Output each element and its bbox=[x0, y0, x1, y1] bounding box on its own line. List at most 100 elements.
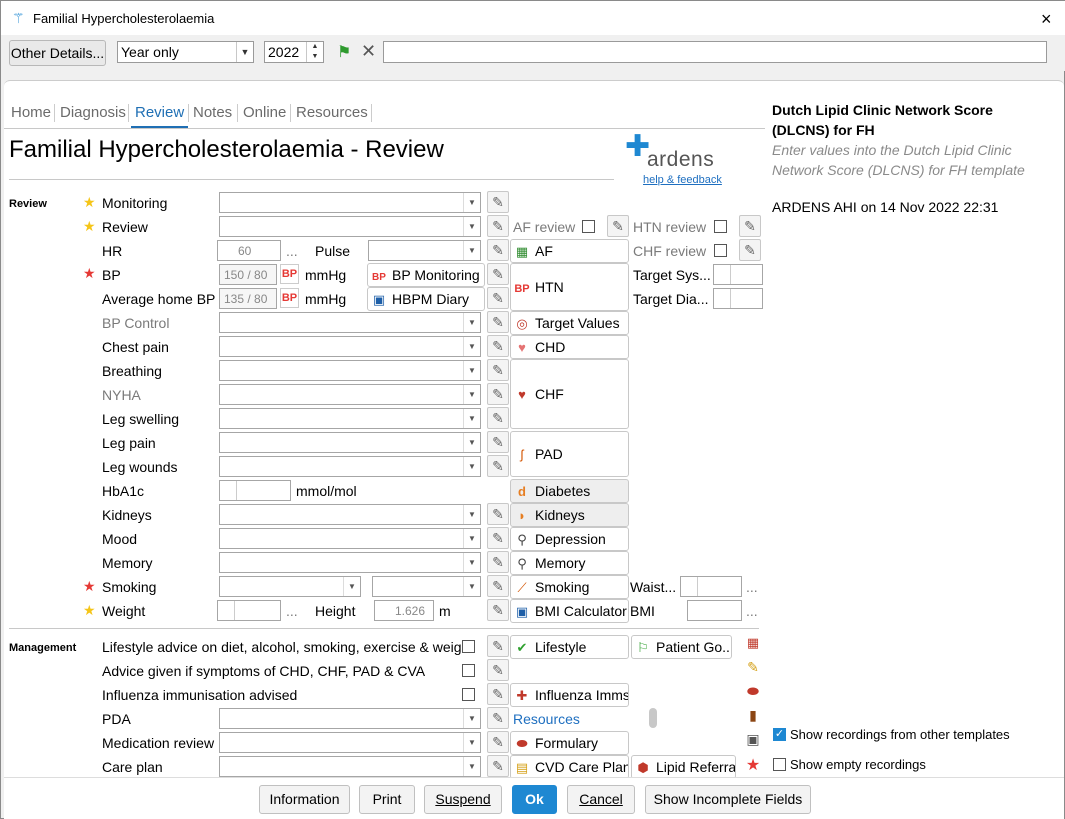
star-icon[interactable]: ★ bbox=[742, 755, 764, 777]
smoking-detail-select[interactable]: ▼ bbox=[372, 576, 481, 597]
diabetes-button[interactable]: d Diabetes bbox=[510, 479, 629, 503]
lifestyle-button[interactable]: ✔ Lifestyle bbox=[510, 635, 629, 659]
bmi-input[interactable] bbox=[687, 600, 742, 621]
depression-button[interactable]: ⚲ Depression bbox=[510, 527, 629, 551]
edit-pencil-icon[interactable]: ✎ bbox=[487, 311, 509, 333]
hba1c-input[interactable] bbox=[219, 480, 291, 501]
show-incomplete-button[interactable]: Show Incomplete Fields bbox=[645, 785, 811, 814]
target-sys-input[interactable] bbox=[713, 264, 763, 285]
target-values-button[interactable]: ◎ Target Values bbox=[510, 311, 629, 335]
edit-pencil-icon[interactable]: ✎ bbox=[487, 503, 509, 525]
edit-pencil-icon[interactable]: ✎ bbox=[487, 383, 509, 405]
htn-button[interactable]: BP HTN bbox=[510, 263, 629, 311]
suspend-button[interactable]: Suspend bbox=[424, 785, 502, 814]
cvd-care-plan-button[interactable]: ▤ CVD Care Plan bbox=[510, 755, 629, 779]
mood-select[interactable]: ▼ bbox=[219, 528, 481, 549]
edit-pencil-icon[interactable]: ✎ bbox=[739, 215, 761, 237]
pad-button[interactable]: ʃ PAD bbox=[510, 431, 629, 477]
tab-diagnosis[interactable]: Diagnosis bbox=[60, 98, 126, 128]
chf-review-checkbox[interactable] bbox=[714, 244, 727, 257]
memory-button[interactable]: ⚲ Memory bbox=[510, 551, 629, 575]
pulse-select[interactable]: ▼ bbox=[368, 240, 481, 261]
stepper-arrows-icon[interactable]: ▲ ▼ bbox=[306, 42, 323, 62]
tab-review[interactable]: Review bbox=[131, 98, 189, 128]
close-icon[interactable]: × bbox=[1041, 9, 1052, 30]
tab-online[interactable]: Online bbox=[243, 98, 286, 128]
edit-pencil-icon[interactable]: ✎ bbox=[487, 287, 509, 309]
scrollbar-thumb[interactable] bbox=[649, 708, 657, 728]
formulary-button[interactable]: ⬬ Formulary bbox=[510, 731, 629, 755]
height-input[interactable]: 1.626 bbox=[374, 600, 434, 621]
edit-pencil-icon[interactable]: ✎ bbox=[487, 191, 509, 213]
edit-pencil-icon[interactable]: ✎ bbox=[487, 527, 509, 549]
target-dia-input[interactable] bbox=[713, 288, 763, 309]
bp-icon[interactable]: BP bbox=[280, 264, 299, 284]
leg-pain-select[interactable]: ▼ bbox=[219, 432, 481, 453]
print-report-icon[interactable]: ▣ bbox=[742, 731, 764, 753]
tab-home[interactable]: Home bbox=[11, 98, 51, 128]
edit-pencil-icon[interactable]: ✎ bbox=[487, 263, 509, 285]
edit-pencil-icon[interactable]: ✎ bbox=[487, 731, 509, 753]
chest-pain-select[interactable]: ▼ bbox=[219, 336, 481, 357]
edit-pencil-icon[interactable]: ✎ bbox=[607, 215, 629, 237]
htn-review-checkbox[interactable] bbox=[714, 220, 727, 233]
kidneys-button[interactable]: ◗ Kidneys bbox=[510, 503, 629, 527]
edit-pencil-icon[interactable]: ✎ bbox=[487, 707, 509, 729]
edit-pencil-icon[interactable]: ✎ bbox=[487, 215, 509, 237]
advice-symptoms-checkbox[interactable] bbox=[462, 664, 475, 677]
print-button[interactable]: Print bbox=[359, 785, 415, 814]
edit-pencil-icon[interactable]: ✎ bbox=[487, 659, 509, 681]
clear-icon[interactable]: ✕ bbox=[361, 41, 376, 62]
chd-button[interactable]: ♥ CHD bbox=[510, 335, 629, 359]
af-button[interactable]: ▦ AF bbox=[510, 239, 629, 263]
edit-pencil-icon[interactable]: ✎ bbox=[487, 239, 509, 261]
monitoring-select[interactable]: ▼ bbox=[219, 192, 481, 213]
show-other-checkbox[interactable]: ✓ bbox=[773, 728, 786, 741]
bp-icon[interactable]: BP bbox=[280, 288, 299, 308]
note-input[interactable] bbox=[383, 41, 1047, 63]
tab-resources[interactable]: Resources bbox=[296, 98, 368, 128]
edit-pencil-icon[interactable]: ✎ bbox=[739, 239, 761, 261]
memory-select[interactable]: ▼ bbox=[219, 552, 481, 573]
edit-pencil-icon[interactable]: ✎ bbox=[487, 407, 509, 429]
edit-pencil-icon[interactable]: ✎ bbox=[487, 431, 509, 453]
bp-monitoring-button[interactable]: BP BP Monitoring bbox=[367, 263, 485, 287]
resources-link[interactable]: Resources bbox=[513, 711, 580, 727]
help-feedback-link[interactable]: help & feedback bbox=[643, 174, 722, 186]
edit-pencil-icon[interactable]: ✎ bbox=[487, 755, 509, 777]
weight-input[interactable] bbox=[217, 600, 281, 621]
edit-pencil-icon[interactable]: ✎ bbox=[487, 635, 509, 657]
medicine-bottle-icon[interactable]: ▮ bbox=[742, 707, 764, 729]
influenza-checkbox[interactable] bbox=[462, 688, 475, 701]
kidneys-select[interactable]: ▼ bbox=[219, 504, 481, 525]
breathing-select[interactable]: ▼ bbox=[219, 360, 481, 381]
edit-pencil-icon[interactable]: ✎ bbox=[487, 335, 509, 357]
avg-bp-input[interactable]: 135 / 80 bbox=[219, 288, 277, 309]
tab-notes[interactable]: Notes bbox=[193, 98, 232, 128]
care-plan-select[interactable]: ▼ bbox=[219, 756, 481, 777]
flag-icon[interactable]: ⚑ bbox=[337, 42, 355, 62]
smoking-select[interactable]: ▼ bbox=[219, 576, 361, 597]
af-review-checkbox[interactable] bbox=[582, 220, 595, 233]
hbpm-diary-button[interactable]: ▣ HBPM Diary bbox=[367, 287, 485, 311]
edit-pencil-icon[interactable]: ✎ bbox=[487, 455, 509, 477]
edit-pencil-icon[interactable]: ✎ bbox=[487, 551, 509, 573]
edit-pencil-icon[interactable]: ✎ bbox=[487, 683, 509, 705]
bp-control-select[interactable]: ▼ bbox=[219, 312, 481, 333]
edit-pencil-icon[interactable]: ✎ bbox=[487, 599, 509, 621]
pill-icon[interactable]: ⬬ bbox=[742, 683, 764, 705]
bp-input[interactable]: 150 / 80 bbox=[219, 264, 277, 285]
pda-select[interactable]: ▼ bbox=[219, 708, 481, 729]
influenza-imms-button[interactable]: ✚ Influenza Imms bbox=[510, 683, 629, 707]
edit-pencil-icon[interactable]: ✎ bbox=[487, 575, 509, 597]
review-select[interactable]: ▼ bbox=[219, 216, 481, 237]
lifestyle-advice-checkbox[interactable] bbox=[462, 640, 475, 653]
show-empty-checkbox[interactable] bbox=[773, 758, 786, 771]
lipid-referral-button[interactable]: ⬢ Lipid Referral bbox=[631, 755, 736, 779]
hr-input[interactable]: 60 bbox=[217, 240, 281, 261]
chf-button[interactable]: ♥ CHF bbox=[510, 359, 629, 429]
leg-swelling-select[interactable]: ▼ bbox=[219, 408, 481, 429]
period-select[interactable]: Year only ▼ bbox=[117, 41, 254, 63]
ok-button[interactable]: Ok bbox=[512, 785, 557, 814]
med-review-select[interactable]: ▼ bbox=[219, 732, 481, 753]
